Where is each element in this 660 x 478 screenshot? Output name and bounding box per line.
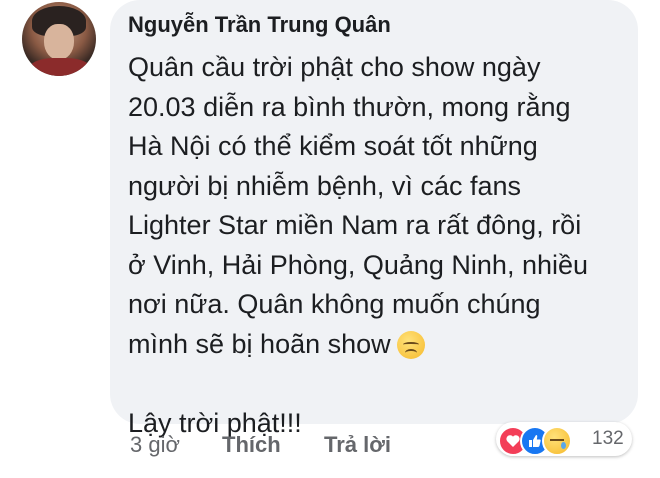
reply-button[interactable]: Trả lời xyxy=(324,432,391,458)
avatar[interactable] xyxy=(22,2,96,76)
sad-icon xyxy=(542,426,572,456)
avatar-face xyxy=(44,24,74,60)
comment-text: Quân cầu trời phật cho show ngày 20.03 d… xyxy=(128,52,589,359)
avatar-shirt xyxy=(28,58,92,76)
comment-time[interactable]: 3 giờ xyxy=(130,432,180,458)
like-button[interactable]: Thích xyxy=(222,432,281,458)
comment-author[interactable]: Nguyễn Trần Trung Quân xyxy=(128,12,391,38)
reaction-count: 132 xyxy=(592,428,624,449)
sad-face-emoji-icon xyxy=(396,330,425,359)
comment-body: Quân cầu trời phật cho show ngày 20.03 d… xyxy=(128,48,628,443)
reactions-summary[interactable]: 132 xyxy=(496,422,632,456)
